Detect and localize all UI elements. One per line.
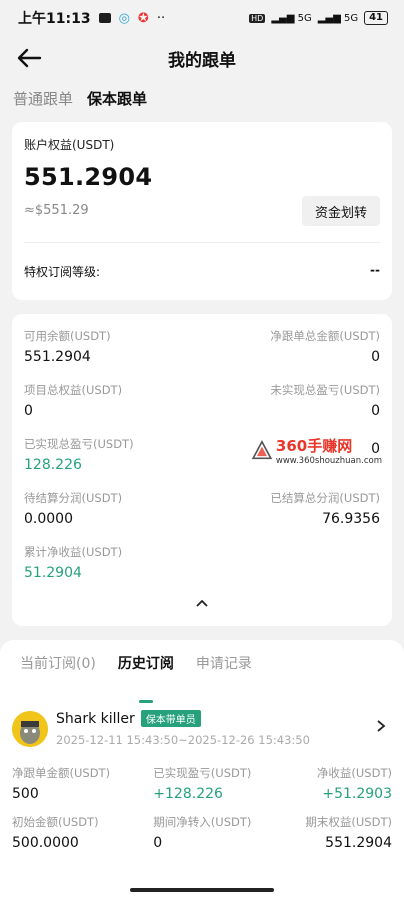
- project-equity-value: 0: [24, 403, 33, 419]
- cumulative-net-income-label: 累计净收益(USDT): [24, 545, 123, 559]
- watermark-text: 360手赚网 www.360shouzhuan.com: [276, 435, 382, 466]
- watermark-url: www.360shouzhuan.com: [275, 455, 382, 466]
- signal-icon-2: ▂▄▆ 5G: [317, 12, 359, 24]
- signal-label-2: 5G: [343, 12, 359, 24]
- notification-icon-3: ✪: [137, 10, 149, 26]
- page-title: 我的跟单: [168, 50, 236, 71]
- available-balance-value: 551.2904: [24, 349, 91, 365]
- pending-profit-share-label: 待结算分润(USDT): [24, 491, 123, 505]
- trader-row[interactable]: Shark killer 保本带单员 2025-12-11 15:43:50~2…: [0, 688, 404, 747]
- subscription-tabs: 当前订阅(0) 历史订阅 申请记录: [0, 640, 404, 688]
- ending-equity-value: 551.2904: [325, 835, 392, 851]
- available-balance-label: 可用余额(USDT): [24, 329, 111, 343]
- subscription-panel: 当前订阅(0) 历史订阅 申请记录 Shark killer 保本带单员 202…: [0, 640, 404, 900]
- initial-amount-value: 500.0000: [12, 835, 79, 851]
- net-copy-amount-label: 净跟单金额(USDT): [12, 766, 111, 780]
- ending-equity-label: 期末权益(USDT): [305, 815, 392, 829]
- net-copy-total-value: 0: [371, 349, 380, 365]
- tab-principal-protected-copy[interactable]: 保本跟单: [87, 88, 147, 116]
- pending-profit-share-value: 0.0000: [24, 511, 73, 527]
- avatar: [12, 710, 48, 747]
- realized-pnl-value: 128.226: [24, 457, 82, 473]
- net-transfer-in-label: 期间净转入(USDT): [153, 815, 252, 829]
- realized-pnl-trade-label: 已实现盈亏(USDT): [153, 766, 252, 780]
- status-extra: ··: [156, 10, 166, 26]
- tab-history-subscriptions[interactable]: 历史订阅: [118, 653, 174, 688]
- notification-icon-2: ◎: [118, 10, 130, 26]
- chevron-right-icon[interactable]: [376, 718, 386, 737]
- signal-icon-1: ▂▄▆ 5G: [271, 12, 312, 24]
- stats-row: 可用余额(USDT) 551.2904 净跟单总金额(USDT) 0: [24, 328, 380, 382]
- hd-icon: HD: [249, 13, 266, 23]
- status-time: 上午11:13: [18, 11, 91, 27]
- stats-row: 项目总权益(USDT) 0 未实现总盈亏(USDT) 0: [24, 382, 380, 436]
- tab-normal-copy[interactable]: 普通跟单: [13, 88, 73, 116]
- collapse-chevron-up-icon[interactable]: [24, 598, 380, 608]
- tier-value: --: [370, 263, 380, 277]
- stats-row: 累计净收益(USDT) 51.2904: [24, 544, 380, 598]
- settled-profit-share-label: 已结算总分润(USDT): [270, 491, 380, 505]
- status-right: HD ▂▄▆ 5G ▂▄▆ 5G 41: [249, 11, 388, 25]
- watermark-logo-icon: [252, 439, 272, 460]
- trader-dates: 2025-12-11 15:43:50~2025-12-26 15:43:50: [56, 733, 310, 747]
- divider: [24, 242, 380, 243]
- net-copy-total-label: 净跟单总金额(USDT): [270, 329, 380, 343]
- cumulative-net-income-value: 51.2904: [24, 565, 82, 581]
- unrealized-pnl-value: 0: [371, 403, 380, 419]
- status-left: 上午11:13 ◎ ✪ ··: [18, 8, 165, 28]
- stats-card: 可用余额(USDT) 551.2904 净跟单总金额(USDT) 0 项目总权益(U…: [12, 314, 392, 626]
- net-income-label: 净收益(USDT): [316, 766, 392, 780]
- net-income-value: +51.2903: [322, 786, 392, 802]
- net-transfer-in-value: 0: [153, 835, 163, 851]
- equity-label: 账户权益(USDT): [24, 138, 115, 152]
- account-card: 账户权益(USDT) 551.2904 ≈$551.29 资金划转 特权订阅等级…: [12, 122, 392, 300]
- tier-row: 特权订阅等级: --: [24, 263, 380, 280]
- realized-pnl-trade-value: +128.226: [153, 786, 223, 802]
- watermark: 360手赚网 www.360shouzhuan.com: [252, 430, 382, 470]
- trader-info: Shark killer 保本带单员 2025-12-11 15:43:50~2…: [56, 710, 310, 747]
- trade-stats-row-2: 初始金额(USDT) 500.0000 期间净转入(USDT) 0 期末权益(USD…: [0, 814, 404, 851]
- nav-bar: 我的跟单: [0, 36, 404, 80]
- realized-pnl-label: 已实现总盈亏(USDT): [24, 437, 134, 451]
- project-equity-label: 项目总权益(USDT): [24, 383, 123, 397]
- tier-label: 特权订阅等级:: [24, 265, 101, 279]
- watermark-brand: 360手赚网: [275, 436, 353, 455]
- notification-icon: [98, 13, 111, 23]
- net-copy-amount-value: 500: [12, 786, 39, 802]
- trader-name: Shark killer: [56, 710, 135, 727]
- trader-name-row: Shark killer 保本带单员: [56, 710, 310, 727]
- copy-type-tabs: 普通跟单 保本跟单: [0, 80, 404, 116]
- settled-profit-share-value: 76.9356: [322, 511, 380, 527]
- home-indicator[interactable]: [130, 888, 274, 892]
- tab-application-records[interactable]: 申请记录: [196, 653, 252, 688]
- trade-stats-row-1: 净跟单金额(USDT) 500 已实现盈亏(USDT) +128.226 净收益(U…: [0, 765, 404, 802]
- battery-icon: 41: [364, 11, 388, 25]
- trader-badge: 保本带单员: [140, 710, 201, 727]
- stats-row: 待结算分润(USDT) 0.0000 已结算总分润(USDT) 76.9356: [24, 490, 380, 544]
- transfer-button[interactable]: 资金划转: [302, 196, 380, 226]
- equity-value: 551.2904: [24, 163, 153, 191]
- tab-current-subscriptions[interactable]: 当前订阅(0): [20, 653, 96, 688]
- status-bar: 上午11:13 ◎ ✪ ·· HD ▂▄▆ 5G ▂▄▆ 5G 41: [0, 0, 404, 36]
- initial-amount-label: 初始金额(USDT): [12, 815, 99, 829]
- back-arrow-icon[interactable]: [16, 46, 42, 70]
- unrealized-pnl-label: 未实现总盈亏(USDT): [270, 383, 380, 397]
- signal-label-1: 5G: [297, 12, 312, 24]
